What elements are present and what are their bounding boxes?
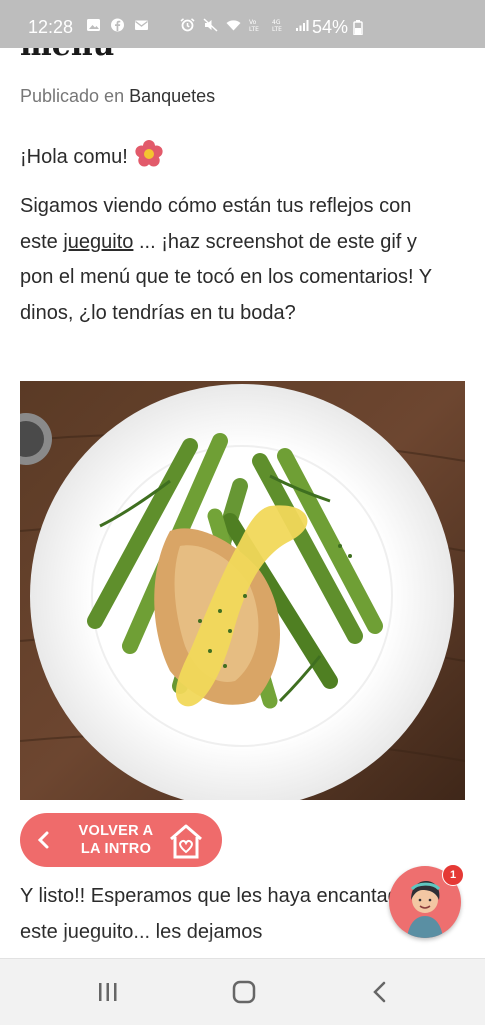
back-button[interactable] xyxy=(360,977,400,1007)
image-icon xyxy=(87,19,100,31)
home-heart-icon xyxy=(170,824,202,859)
status-bar: 12:28 Vo LTE 4G LTE 54% xyxy=(0,0,485,48)
scroll-fade xyxy=(0,935,485,960)
system-nav-bar xyxy=(0,958,485,1025)
4g-icon: 4GLTE xyxy=(272,19,282,32)
facebook-icon xyxy=(111,18,124,32)
wifi-icon xyxy=(226,20,241,31)
mute-icon xyxy=(203,18,218,32)
back-to-intro-label: VOLVER A LA INTRO xyxy=(78,823,154,857)
category-link[interactable]: Banquetes xyxy=(129,86,215,106)
intro-paragraph: Sigamos viendo cómo están tus reflejos c… xyxy=(20,189,440,331)
article-meta: Publicado en Banquetes xyxy=(20,86,215,107)
jueguito-link[interactable]: jueguito xyxy=(63,231,133,253)
volte-icon: VoLTE xyxy=(249,19,259,32)
status-time: 12:28 xyxy=(28,17,74,37)
svg-text:LTE: LTE xyxy=(272,26,282,32)
home-button[interactable] xyxy=(224,977,264,1007)
flower-emoji-icon xyxy=(135,140,163,167)
dish-photo xyxy=(20,381,465,800)
svg-text:4G: 4G xyxy=(272,19,281,26)
recent-apps-icon xyxy=(99,983,117,1001)
back-icon xyxy=(373,981,386,1003)
published-label: Publicado en xyxy=(20,86,125,106)
chevron-left-icon xyxy=(37,831,49,849)
back-to-intro-button[interactable]: VOLVER A LA INTRO xyxy=(20,813,222,867)
greeting-text: ¡Hola comu! xyxy=(20,146,128,168)
recent-apps-button[interactable] xyxy=(88,977,128,1007)
notification-badge: 1 xyxy=(442,864,464,886)
alarm-icon xyxy=(180,18,195,32)
battery-icon xyxy=(353,20,363,36)
signal-icon xyxy=(296,20,309,31)
battery-percent: 54% xyxy=(312,17,349,37)
greeting-paragraph: ¡Hola comu! xyxy=(20,140,440,176)
svg-text:LTE: LTE xyxy=(249,26,259,32)
mail-icon xyxy=(135,20,148,30)
svg-text:Vo: Vo xyxy=(249,19,257,26)
home-icon xyxy=(232,980,256,1004)
